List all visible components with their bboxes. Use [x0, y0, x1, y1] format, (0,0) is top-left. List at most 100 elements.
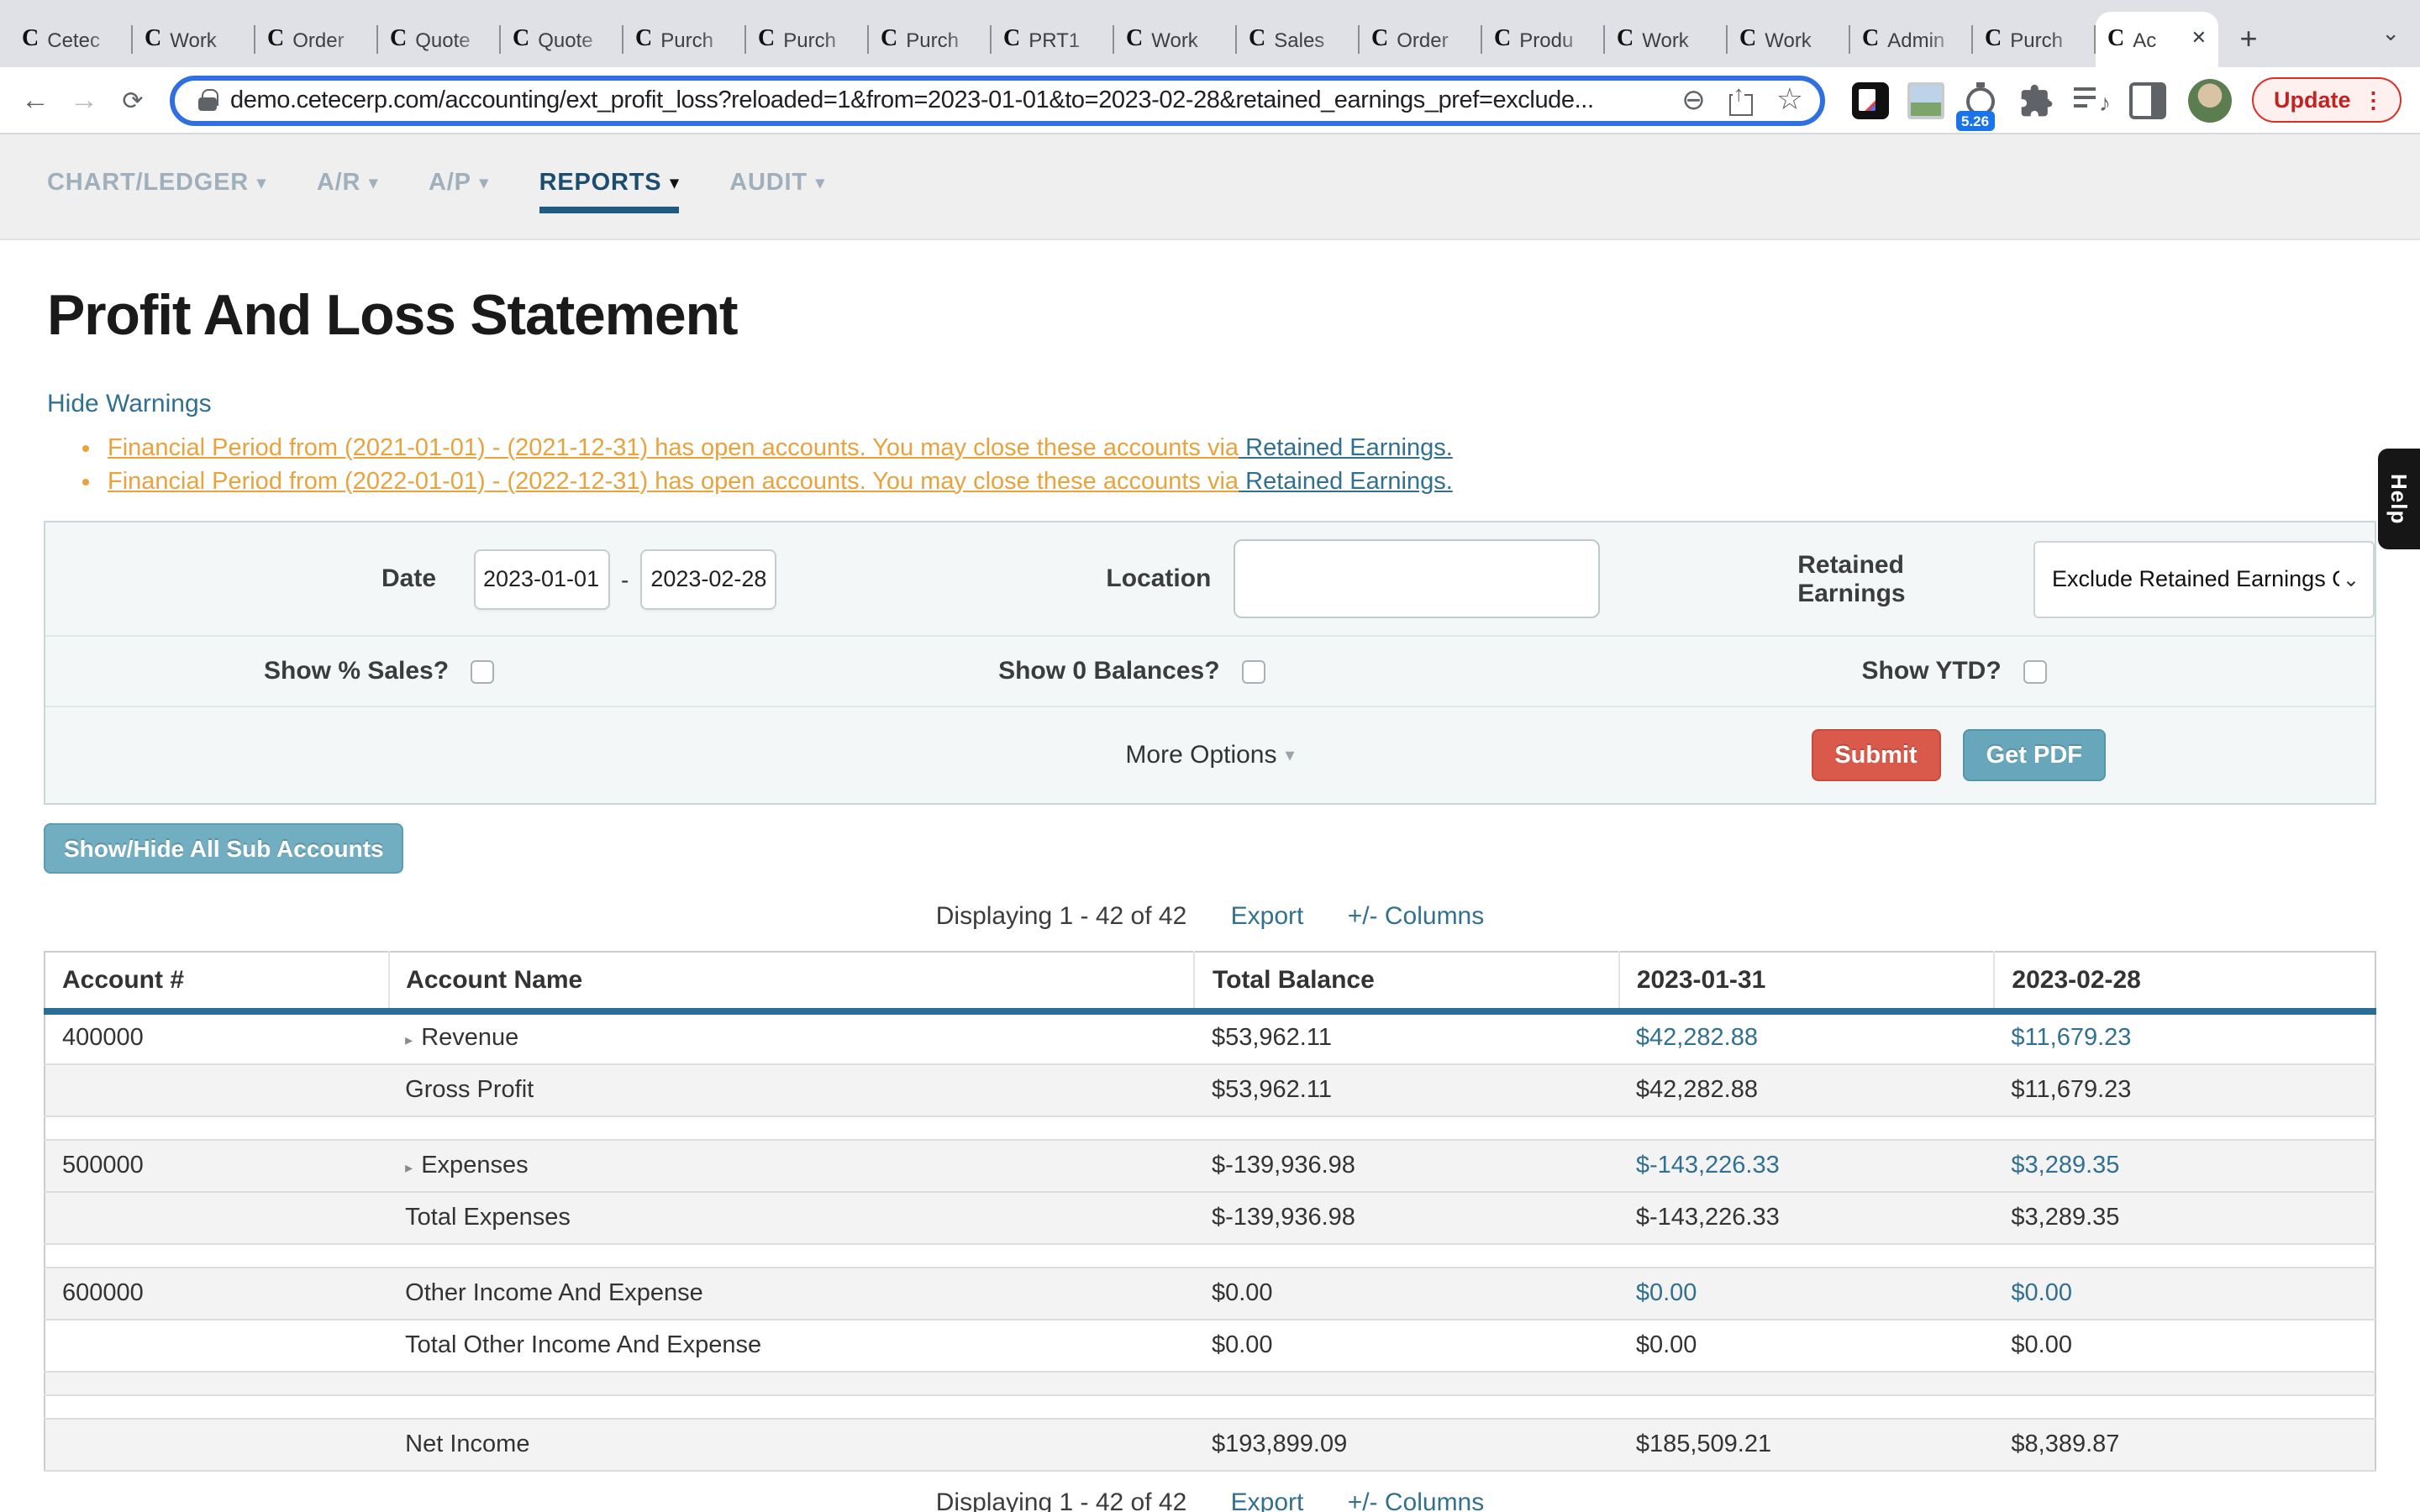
profile-avatar[interactable]	[2188, 78, 2232, 122]
total-balance-cell: $53,962.11	[1195, 1063, 1619, 1116]
extensions-puzzle-icon[interactable]	[2018, 81, 2055, 118]
submit-button[interactable]: Submit	[1811, 729, 1940, 781]
hide-warnings-link[interactable]: Hide Warnings	[47, 390, 212, 418]
date-range-separator: -	[621, 565, 629, 592]
warning-text-link[interactable]: Financial Period from (2022-01-01) - (20…	[108, 468, 1239, 495]
browser-tab[interactable]: CQuote	[378, 12, 501, 67]
chevron-down-icon	[2343, 567, 2360, 591]
filter-row-checkboxes: Show % Sales? Show 0 Balances? Show YTD?	[45, 637, 2375, 707]
lock-icon[interactable]	[198, 89, 217, 111]
header-month-2[interactable]: 2023-02-28	[1994, 952, 2375, 1011]
show-zero-checkbox[interactable]	[1242, 659, 1265, 683]
side-panel-icon[interactable]	[2129, 81, 2166, 118]
location-input[interactable]	[1233, 539, 1599, 618]
tab-label: Purch	[906, 28, 980, 51]
nav-item-label: AUDIT	[729, 170, 808, 197]
browser-tab[interactable]: CAdmin	[1850, 12, 1973, 67]
stopwatch-extension-icon[interactable]: 5.26	[1963, 81, 2000, 118]
browser-tab[interactable]: C Work	[1605, 12, 1728, 67]
header-month-1[interactable]: 2023-01-31	[1619, 952, 1995, 1011]
browser-tab[interactable]: CPurch	[623, 12, 746, 67]
tab-close-icon[interactable]	[2191, 30, 2207, 49]
month-2-balance-link[interactable]: $3,289.35	[2011, 1152, 2119, 1179]
table-row: 500000Expenses$-139,936.98$-143,226.33$3…	[45, 1139, 2375, 1191]
total-balance-value: $-139,936.98	[1212, 1152, 1355, 1179]
month-1-balance-link[interactable]: $-143,226.33	[1636, 1152, 1780, 1179]
nav-item-reports[interactable]: REPORTS	[539, 170, 680, 213]
month-2-balance-link[interactable]: $11,679.23	[2011, 1026, 2131, 1053]
browser-toolbar: demo.cetecerp.com/accounting/ext_profit_…	[0, 67, 2420, 134]
browser-menu-kebab-icon[interactable]	[2363, 87, 2385, 113]
export-link[interactable]: Export	[1231, 902, 1304, 931]
forward-icon[interactable]	[62, 78, 106, 122]
warnings-list: Financial Period from (2021-01-01) - (20…	[108, 433, 2376, 499]
browser-tab[interactable]: CProdu	[1482, 12, 1605, 67]
show-hide-sub-accounts-button[interactable]: Show/Hide All Sub Accounts	[44, 823, 404, 874]
help-tab[interactable]: Help	[2378, 449, 2420, 549]
nav-item-chart-ledger[interactable]: CHART/LEDGER	[47, 170, 266, 213]
page-title: Profit And Loss Statement	[47, 284, 2376, 349]
address-bar[interactable]: demo.cetecerp.com/accounting/ext_profit_…	[170, 75, 1825, 125]
retained-earnings-link[interactable]: Retained Earnings.	[1239, 435, 1453, 462]
more-options-toggle[interactable]: More Options	[1125, 741, 1294, 769]
tab-label: Purch	[783, 28, 857, 51]
url-text[interactable]: demo.cetecerp.com/accounting/ext_profit_…	[230, 87, 1658, 113]
cetec-favicon: C	[635, 28, 652, 51]
month-1-balance-link[interactable]: $0.00	[1636, 1279, 1697, 1306]
show-sales-checkbox[interactable]	[471, 659, 494, 683]
table-spacer-row	[45, 1394, 2375, 1418]
bookmark-star-icon[interactable]	[1776, 82, 1803, 118]
warning-text-link[interactable]: Financial Period from (2021-01-01) - (20…	[108, 435, 1239, 462]
month-2-balance-link[interactable]: $0.00	[2011, 1279, 2072, 1306]
header-account-name[interactable]: Account Name	[388, 952, 1195, 1011]
retained-earnings-select[interactable]: Exclude Retained Earnings On 'A	[2033, 540, 2375, 617]
browser-tab[interactable]: CWork	[1114, 12, 1237, 67]
reload-icon[interactable]	[111, 78, 155, 122]
browser-tab-active[interactable]: CAc	[2096, 12, 2218, 67]
browser-tab[interactable]: CPurch	[1973, 12, 2096, 67]
browser-tab[interactable]: CWork	[1728, 12, 1850, 67]
update-button[interactable]: Update	[2252, 77, 2402, 123]
zoom-out-icon[interactable]	[1681, 83, 1706, 117]
cetec-favicon: C	[1739, 28, 1756, 51]
header-account-number[interactable]: Account #	[45, 952, 388, 1011]
month-1-balance-link[interactable]: $42,282.88	[1636, 1026, 1758, 1053]
show-sales-label: Show % Sales?	[264, 657, 449, 685]
cetec-favicon: C	[881, 28, 897, 51]
browser-tab[interactable]: CSales	[1237, 12, 1360, 67]
retained-earnings-link[interactable]: Retained Earnings.	[1239, 468, 1453, 495]
cetec-favicon: C	[1617, 28, 1634, 51]
nav-item-a-r[interactable]: A/R	[317, 170, 378, 213]
browser-tab[interactable]: CQuote	[501, 12, 623, 67]
expand-row-icon[interactable]	[405, 1032, 413, 1049]
browser-tab[interactable]: COrder	[255, 12, 378, 67]
nav-item-a-p[interactable]: A/P	[429, 170, 489, 213]
screenshot-extension-icon[interactable]	[1907, 81, 1944, 118]
show-ytd-checkbox[interactable]	[2023, 659, 2047, 683]
tab-label: Work	[1642, 28, 1716, 51]
doc-extension-icon[interactable]	[1852, 81, 1889, 118]
expand-row-icon[interactable]	[405, 1158, 413, 1175]
share-icon[interactable]	[1729, 86, 1753, 114]
back-icon[interactable]	[13, 78, 57, 122]
playlist-extension-icon[interactable]	[2074, 81, 2111, 118]
header-total-balance[interactable]: Total Balance	[1195, 952, 1619, 1011]
browser-tab[interactable]: CPRT1	[992, 12, 1114, 67]
columns-toggle-link[interactable]: +/- Columns	[1348, 1488, 1485, 1512]
month-2-balance-value: $3,289.35	[2011, 1204, 2119, 1231]
tab-overflow-chevron-icon[interactable]	[2381, 20, 2400, 47]
browser-tab[interactable]: COrder	[1360, 12, 1482, 67]
columns-toggle-link[interactable]: +/- Columns	[1348, 902, 1485, 931]
cetec-favicon: C	[390, 28, 407, 51]
date-from-input[interactable]	[473, 549, 609, 609]
new-tab-button[interactable]	[2225, 15, 2272, 62]
get-pdf-button[interactable]: Get PDF	[1963, 729, 2106, 781]
browser-tab[interactable]: CPurch	[746, 12, 869, 67]
browser-tab[interactable]: CCetec	[10, 12, 133, 67]
export-link[interactable]: Export	[1231, 1488, 1304, 1512]
date-to-input[interactable]	[640, 549, 776, 609]
month-1-balance-value: $42,282.88	[1636, 1076, 1758, 1103]
browser-tab[interactable]: CWork	[133, 12, 255, 67]
browser-tab[interactable]: C Purch	[869, 12, 992, 67]
nav-item-audit[interactable]: AUDIT	[729, 170, 824, 213]
